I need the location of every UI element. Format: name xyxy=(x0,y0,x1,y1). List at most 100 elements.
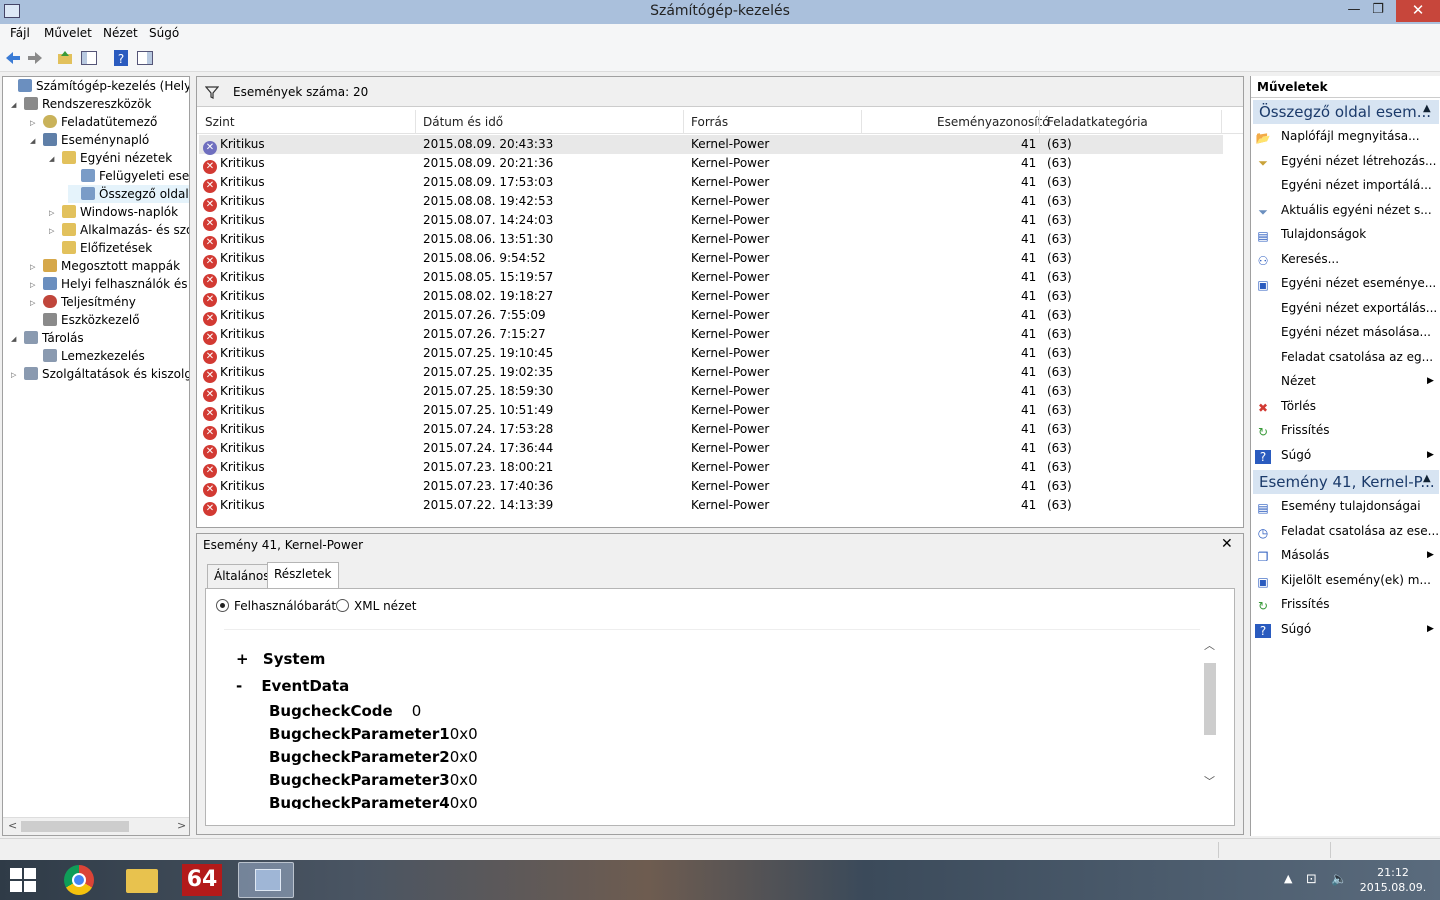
event-row[interactable]: ✕ Kritikus 2015.07.26. 7:15:27 Kernel-Power… xyxy=(199,325,1223,345)
action-item[interactable]: ↻ Frissítés xyxy=(1255,420,1439,440)
show-hide-tree-icon[interactable] xyxy=(80,49,98,67)
action-item[interactable]: ▣ Kijelölt esemény(ek) m... xyxy=(1255,570,1439,590)
tree-toggle[interactable]: ▷ xyxy=(11,366,21,384)
action-item[interactable]: Nézet ▶ xyxy=(1255,371,1439,391)
event-row[interactable]: ✕ Kritikus 2015.08.09. 20:21:36 Kernel-Powe… xyxy=(199,154,1223,174)
detail-vertical-scrollbar[interactable]: ︿ ﹀ xyxy=(1202,637,1218,797)
event-row[interactable]: ✕ Kritikus 2015.08.07. 14:24:03 Kernel-Powe… xyxy=(199,211,1223,231)
tree-item-subscriptions[interactable]: Előfizetések xyxy=(49,239,152,257)
back-arrow-icon[interactable] xyxy=(4,49,22,67)
show-hide-action-pane-icon[interactable] xyxy=(136,49,154,67)
system-node[interactable]: + System xyxy=(236,650,325,668)
tree-toggle[interactable]: ▷ xyxy=(30,258,40,276)
tree-item-computer-management[interactable]: Számítógép-kezelés (Helyi) xyxy=(5,77,189,95)
column-event-id[interactable]: Eseményazonosító xyxy=(937,115,1050,129)
taskbar-chrome[interactable] xyxy=(52,862,108,898)
volume-icon[interactable]: 🔈 xyxy=(1331,872,1347,887)
tree-toggle[interactable]: ▷ xyxy=(49,222,59,240)
event-row[interactable]: ✕ Kritikus 2015.08.08. 19:42:53 Kernel-Powe… xyxy=(199,192,1223,212)
scroll-right-icon[interactable]: > xyxy=(177,819,186,832)
event-row[interactable]: ✕ Kritikus 2015.07.23. 17:40:36 Kernel-Powe… xyxy=(199,477,1223,497)
network-icon[interactable]: ⊡ xyxy=(1306,872,1317,887)
collapse-icon[interactable]: ▲ xyxy=(1423,103,1431,114)
radio-xml-view[interactable]: XML nézet xyxy=(336,599,416,613)
action-item[interactable]: ✖ Törlés xyxy=(1255,396,1439,416)
event-row[interactable]: ✕ Kritikus 2015.08.02. 19:18:27 Kernel-Powe… xyxy=(199,287,1223,307)
menu-action[interactable]: Művelet xyxy=(44,26,92,40)
tree-item-local-users[interactable]: ▷ Helyi felhasználók és cs xyxy=(30,275,189,294)
tree-item-system-tools[interactable]: ◢ Rendszereszközök xyxy=(11,95,151,113)
column-date-time[interactable]: Dátum és idő xyxy=(423,115,503,129)
tree-toggle[interactable]: ▷ xyxy=(30,114,40,132)
expand-toggle[interactable]: + xyxy=(236,650,249,668)
collapse-toggle[interactable]: - xyxy=(236,677,242,695)
event-row[interactable]: ✕ Kritikus 2015.08.09. 20:43:33 Kernel-Powe… xyxy=(199,135,1223,155)
action-item[interactable]: ◷ Feladat csatolása az ese... xyxy=(1255,521,1439,541)
tree-item-task-scheduler[interactable]: ▷ Feladatütemező xyxy=(30,113,157,131)
tree-toggle[interactable]: ▷ xyxy=(30,276,40,294)
event-row[interactable]: ✕ Kritikus 2015.08.05. 15:19:57 Kernel-Powe… xyxy=(199,268,1223,288)
forward-arrow-icon[interactable] xyxy=(26,49,44,67)
actions-section-summary[interactable]: Összegző oldal esem... ▲ xyxy=(1253,100,1439,124)
tree-horizontal-scrollbar[interactable]: < > xyxy=(3,817,189,835)
tree-item-shared-folders[interactable]: ▷ Megosztott mappák xyxy=(30,257,180,275)
event-row[interactable]: ✕ Kritikus 2015.07.25. 19:10:45 Kernel-Powe… xyxy=(199,344,1223,364)
action-item[interactable]: Egyéni nézet másolása... xyxy=(1255,322,1439,342)
tree-toggle[interactable]: ◢ xyxy=(11,96,21,114)
radio-friendly-view[interactable]: Felhasználóbarát xyxy=(216,599,336,613)
tree-toggle[interactable]: ▷ xyxy=(49,204,59,222)
scroll-left-icon[interactable]: < xyxy=(8,819,17,832)
event-row[interactable]: ✕ Kritikus 2015.08.06. 9:54:52 Kernel-Power… xyxy=(199,249,1223,269)
taskbar-file-explorer[interactable] xyxy=(114,862,170,898)
show-hidden-icons-icon[interactable]: ▲ xyxy=(1284,872,1292,885)
tree-item-administrative-events[interactable]: Felügyeleti esem xyxy=(68,167,189,185)
help-icon[interactable]: ? xyxy=(112,49,130,67)
tree-item-storage[interactable]: ◢ Tárolás xyxy=(11,329,84,347)
event-row[interactable]: ✕ Kritikus 2015.07.22. 14:13:39 Kernel-Powe… xyxy=(199,496,1223,516)
event-row[interactable]: ✕ Kritikus 2015.07.24. 17:53:28 Kernel-Powe… xyxy=(199,420,1223,440)
tree-item-windows-logs[interactable]: ▷ Windows-naplók xyxy=(49,203,178,221)
action-item[interactable]: ⏷ Egyéni nézet létrehozás... xyxy=(1255,151,1439,171)
column-task-category[interactable]: Feladatkategória xyxy=(1047,115,1148,129)
collapse-icon[interactable]: ▲ xyxy=(1423,473,1431,484)
close-button[interactable]: ✕ xyxy=(1396,0,1440,22)
event-row[interactable]: ✕ Kritikus 2015.07.23. 18:00:21 Kernel-Powe… xyxy=(199,458,1223,478)
menu-file[interactable]: Fájl xyxy=(10,26,30,40)
scroll-down-icon[interactable]: ﹀ xyxy=(1204,773,1215,789)
action-item[interactable]: Feladat csatolása az eg... xyxy=(1255,347,1439,367)
tree-item-performance[interactable]: ▷ Teljesítmény xyxy=(30,293,136,311)
action-item[interactable]: ▤ Esemény tulajdonságai xyxy=(1255,496,1439,516)
taskbar-aida64[interactable]: 64 xyxy=(174,862,230,898)
event-row[interactable]: ✕ Kritikus 2015.07.25. 19:02:35 Kernel-Powe… xyxy=(199,363,1223,383)
action-item[interactable]: ⚇ Keresés... xyxy=(1255,249,1439,269)
tree-item-event-viewer[interactable]: ◢ Eseménynapló xyxy=(30,131,149,149)
menu-view[interactable]: Nézet xyxy=(103,26,138,40)
tree-item-applications-services[interactable]: ▷ Alkalmazás- és szolg xyxy=(49,221,189,240)
maximize-button[interactable]: ❐ xyxy=(1362,0,1394,22)
tree-item-device-manager[interactable]: Eszközkezelő xyxy=(30,311,140,329)
action-item[interactable]: 📂 Naplófájl megnyitása... xyxy=(1255,126,1439,146)
clock[interactable]: 21:12 2015.08.09. xyxy=(1358,865,1428,895)
tree-toggle[interactable]: ◢ xyxy=(30,132,40,150)
event-row[interactable]: ✕ Kritikus 2015.08.09. 17:53:03 Kernel-Powe… xyxy=(199,173,1223,193)
taskbar-computer-management[interactable] xyxy=(238,862,294,898)
scroll-up-icon[interactable]: ︿ xyxy=(1204,637,1215,653)
tree-item-summary-page-events[interactable]: Összegző oldal e xyxy=(68,185,189,203)
detail-close-icon[interactable]: ✕ xyxy=(1221,536,1233,552)
up-folder-icon[interactable] xyxy=(56,49,74,67)
eventdata-node[interactable]: - EventData xyxy=(236,677,349,695)
tree-toggle[interactable]: ◢ xyxy=(11,330,21,348)
radio-dot[interactable] xyxy=(336,599,349,612)
action-item[interactable]: Egyéni nézet exportálás... xyxy=(1255,298,1439,318)
tree-toggle[interactable]: ▷ xyxy=(30,294,40,312)
action-item[interactable]: ▤ Tulajdonságok xyxy=(1255,224,1439,244)
action-item[interactable]: ? Súgó ▶ xyxy=(1255,619,1439,639)
column-source[interactable]: Forrás xyxy=(691,115,728,129)
actions-section-event[interactable]: Esemény 41, Kernel-P... ▲ xyxy=(1253,470,1439,494)
action-item[interactable]: ? Súgó ▶ xyxy=(1255,445,1439,465)
event-row[interactable]: ✕ Kritikus 2015.08.06. 13:51:30 Kernel-Powe… xyxy=(199,230,1223,250)
scroll-thumb[interactable] xyxy=(21,821,129,832)
menu-help[interactable]: Súgó xyxy=(149,26,179,40)
tab-details[interactable]: Részletek xyxy=(267,562,339,589)
tree-item-services-applications[interactable]: ▷ Szolgáltatások és kiszolgáló xyxy=(11,365,189,384)
